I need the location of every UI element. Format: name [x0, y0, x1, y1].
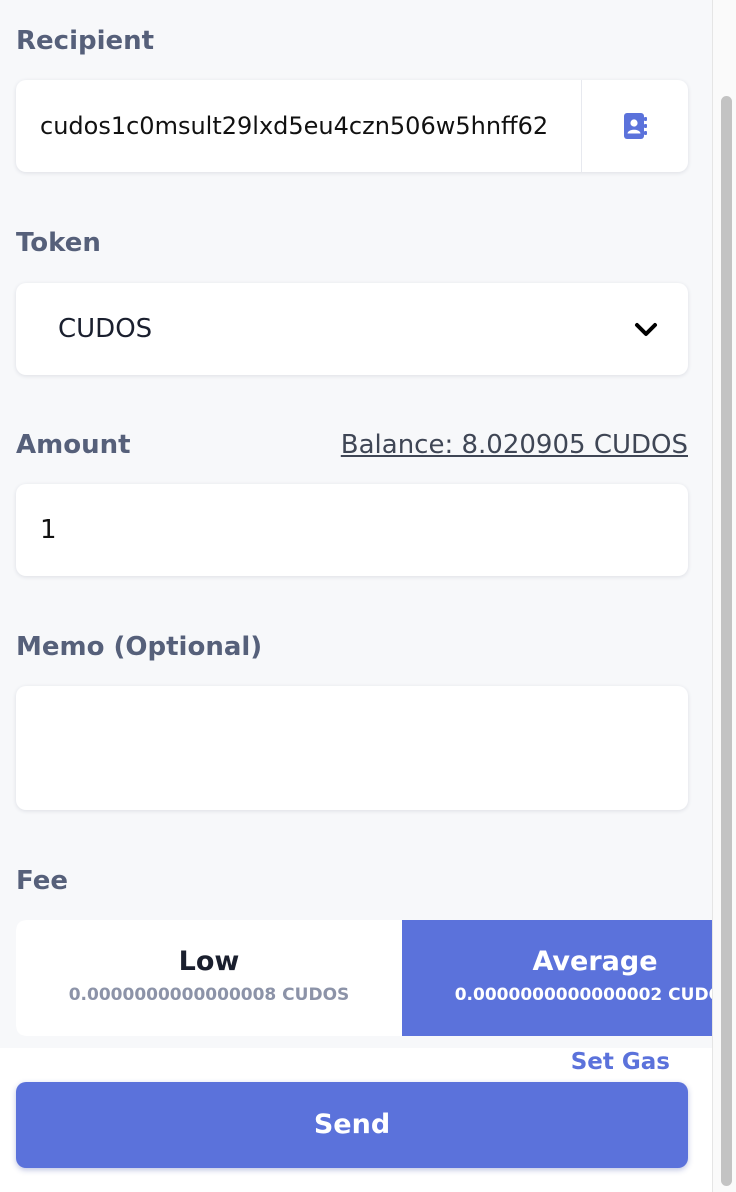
chevron-down-icon [635, 323, 657, 336]
address-book-button[interactable] [581, 80, 688, 172]
fee-selector: Low 0.0000000000000008 CUDOS Average 0.0… [16, 920, 712, 1036]
memo-textarea[interactable] [16, 686, 688, 810]
fee-option-amount: 0.0000000000000008 CUDOS [68, 985, 350, 1005]
recipient-label: Recipient [16, 26, 155, 56]
memo-label: Memo (Optional) [16, 632, 263, 662]
address-book-icon [624, 113, 647, 139]
fee-option-title: Low [178, 946, 240, 977]
set-gas-link[interactable]: Set Gas [571, 1049, 670, 1075]
fee-option-average[interactable]: Average 0.0000000000000002 CUDOS [402, 920, 712, 1036]
balance-link[interactable]: Balance: 8.020905 CUDOS [341, 430, 688, 460]
token-select[interactable]: CUDOS [16, 283, 688, 375]
amount-input[interactable]: 1 [40, 484, 57, 576]
recipient-input[interactable]: cudos1c0msult29lxd5eu4czn506w5hnff62 [40, 80, 600, 172]
send-button[interactable]: Send [16, 1082, 688, 1168]
fee-option-title: Average [532, 946, 658, 977]
scrollbar[interactable] [712, 0, 736, 1192]
amount-label: Amount [16, 430, 131, 460]
fee-option-low[interactable]: Low 0.0000000000000008 CUDOS [16, 920, 402, 1036]
fee-option-amount: 0.0000000000000002 CUDOS [454, 985, 712, 1005]
scrollbar-thumb[interactable] [721, 96, 732, 1186]
token-label: Token [16, 228, 101, 258]
fee-label: Fee [16, 866, 68, 896]
token-selected-value: CUDOS [58, 314, 153, 344]
send-form: Recipient cudos1c0msult29lxd5eu4czn506w5… [0, 0, 736, 1192]
amount-field[interactable]: 1 [16, 484, 688, 576]
recipient-field[interactable]: cudos1c0msult29lxd5eu4czn506w5hnff62 [16, 80, 688, 172]
